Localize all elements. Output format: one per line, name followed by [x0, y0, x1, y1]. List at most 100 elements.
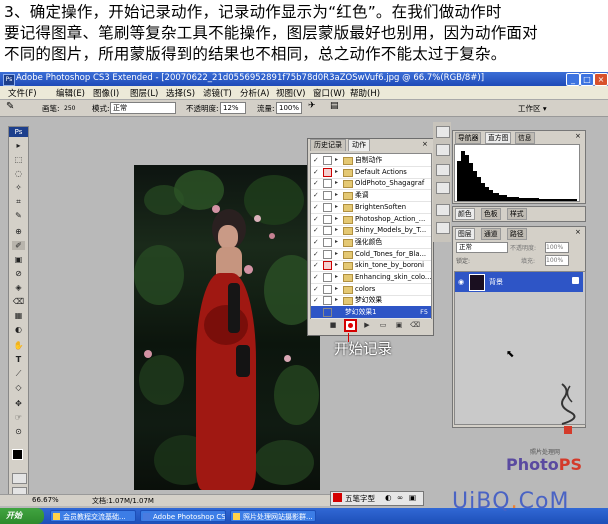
- new-set-icon[interactable]: ▭: [378, 320, 388, 330]
- workspace-menu[interactable]: 工作区 ▾: [518, 103, 547, 114]
- action-row[interactable]: 梦幻效果1 F5: [311, 306, 431, 320]
- history-panel-icon[interactable]: [436, 126, 450, 138]
- expand-triangle-icon[interactable]: ▸: [335, 259, 338, 271]
- ime-logo-icon[interactable]: [333, 493, 342, 502]
- ime-halfwidth-icon[interactable]: ◐: [385, 493, 392, 502]
- slice-tool-icon[interactable]: ✎: [12, 211, 25, 220]
- maximize-button[interactable]: □: [580, 73, 594, 86]
- magic-wand-tool-icon[interactable]: ✧: [12, 183, 25, 192]
- blend-mode-select[interactable]: 正常: [456, 242, 508, 253]
- dialog-toggle-icon[interactable]: [323, 308, 332, 318]
- action-toggle-icon[interactable]: ✓: [313, 236, 320, 248]
- ime-keyboard-icon[interactable]: ▣: [409, 493, 416, 502]
- dialog-toggle-icon[interactable]: [323, 249, 332, 259]
- tab-paths[interactable]: 路径: [507, 228, 527, 240]
- blur-tool-icon[interactable]: ▦: [12, 311, 25, 320]
- brushes-panel-icon[interactable]: [436, 164, 450, 176]
- menu-layer[interactable]: 图层(L): [130, 87, 158, 99]
- layer-row-background[interactable]: ◉ 背景: [455, 272, 583, 292]
- menu-edit[interactable]: 编辑(E): [56, 87, 85, 99]
- paragraph-panel-icon[interactable]: [436, 222, 450, 234]
- menu-image[interactable]: 图像(I): [93, 87, 119, 99]
- mode-select[interactable]: 正常: [110, 102, 176, 114]
- tab-channels[interactable]: 通道: [481, 228, 501, 240]
- minimize-button[interactable]: _: [566, 73, 580, 86]
- expand-triangle-icon[interactable]: ▸: [335, 189, 338, 201]
- action-toggle-icon[interactable]: ✓: [313, 213, 320, 225]
- history-brush-tool-icon[interactable]: ⊘: [12, 269, 25, 278]
- expand-triangle-icon[interactable]: ▸: [335, 294, 338, 306]
- eye-icon[interactable]: ◉: [458, 278, 466, 286]
- stop-icon[interactable]: ■: [328, 320, 338, 330]
- action-toggle-icon[interactable]: ✓: [313, 248, 320, 260]
- close-button[interactable]: ×: [594, 73, 608, 86]
- actions-panel-close-icon[interactable]: ×: [422, 140, 428, 148]
- foreground-color-swatch[interactable]: [12, 449, 23, 460]
- marquee-tool-icon[interactable]: ⬚: [12, 155, 25, 164]
- tab-layers[interactable]: 图层: [455, 228, 475, 240]
- zoom-tool-icon[interactable]: ⊙: [12, 427, 25, 436]
- record-button[interactable]: [344, 319, 357, 332]
- play-icon[interactable]: ▶: [362, 320, 372, 330]
- tab-color[interactable]: 颜色: [455, 208, 475, 220]
- layers-close-icon[interactable]: ×: [575, 228, 581, 236]
- zoom-level[interactable]: 66.67%: [32, 496, 59, 504]
- crop-tool-icon[interactable]: ⌗: [12, 197, 25, 206]
- tab-swatches[interactable]: 色板: [481, 208, 501, 220]
- dialog-toggle-icon[interactable]: [323, 167, 332, 177]
- tool-presets-icon[interactable]: [436, 182, 450, 194]
- dialog-toggle-icon[interactable]: [323, 156, 332, 165]
- action-toggle-icon[interactable]: ✓: [313, 177, 320, 189]
- lasso-tool-icon[interactable]: ◌: [12, 169, 25, 178]
- tab-history[interactable]: 历史记录: [310, 139, 346, 151]
- clone-stamp-tool-icon[interactable]: ▣: [12, 255, 25, 264]
- action-toggle-icon[interactable]: ✓: [313, 259, 320, 271]
- quick-mask-icon[interactable]: [12, 473, 27, 484]
- tab-actions[interactable]: 动作: [348, 139, 370, 151]
- menu-window[interactable]: 窗口(W): [313, 87, 345, 99]
- menu-file[interactable]: 文件(F): [8, 87, 37, 99]
- menu-select[interactable]: 选择(S): [166, 87, 195, 99]
- expand-triangle-icon[interactable]: ▸: [335, 283, 338, 295]
- expand-triangle-icon[interactable]: ▸: [335, 236, 338, 248]
- doc-size[interactable]: 文档:1.07M/1.07M: [92, 496, 154, 506]
- start-button[interactable]: 开始: [0, 508, 44, 524]
- dialog-toggle-icon[interactable]: [323, 179, 332, 189]
- airbrush-icon[interactable]: ✈: [308, 101, 316, 111]
- pen-tool-icon[interactable]: ✋: [12, 341, 25, 350]
- brush-size[interactable]: 250: [64, 105, 75, 112]
- move-tool-icon[interactable]: ▸: [12, 141, 25, 150]
- shape-tool-icon[interactable]: ◇: [12, 383, 25, 392]
- task-item-photoshop[interactable]: Adobe Photoshop CS...: [140, 510, 226, 522]
- task-item-photo-site[interactable]: 照片处理网站摄影群...: [230, 510, 316, 522]
- path-selection-tool-icon[interactable]: ⟋: [12, 369, 25, 378]
- eraser-tool-icon[interactable]: ◈: [12, 283, 25, 292]
- gradient-tool-icon[interactable]: ⌫: [12, 297, 25, 306]
- fill-field[interactable]: 100%: [545, 255, 569, 266]
- action-toggle-icon[interactable]: ✓: [313, 283, 320, 295]
- menu-filter[interactable]: 滤镜(T): [203, 87, 232, 99]
- tab-info[interactable]: 信息: [515, 132, 535, 144]
- expand-triangle-icon[interactable]: ▸: [335, 166, 338, 178]
- layer-opacity-field[interactable]: 100%: [545, 242, 569, 253]
- actions-panel-icon[interactable]: [436, 144, 450, 156]
- navigator-close-icon[interactable]: ×: [575, 132, 581, 140]
- expand-triangle-icon[interactable]: ▸: [335, 154, 338, 166]
- action-toggle-icon[interactable]: ✓: [313, 189, 320, 201]
- ime-label[interactable]: 五笔字型: [345, 493, 375, 504]
- action-toggle-icon[interactable]: ✓: [313, 154, 320, 166]
- new-action-icon[interactable]: ▣: [394, 320, 404, 330]
- dialog-toggle-icon[interactable]: [323, 226, 332, 236]
- dialog-toggle-icon[interactable]: [323, 273, 332, 282]
- brush-tool-icon[interactable]: ✎: [6, 101, 14, 112]
- dialog-toggle-icon[interactable]: [323, 202, 332, 212]
- action-toggle-icon[interactable]: ✓: [313, 271, 320, 283]
- character-panel-icon[interactable]: [436, 204, 450, 216]
- action-toggle-icon[interactable]: ✓: [313, 294, 320, 306]
- action-toggle-icon[interactable]: ✓: [313, 224, 320, 236]
- type-tool-icon[interactable]: T: [12, 355, 25, 364]
- dialog-toggle-icon[interactable]: [323, 296, 332, 306]
- tab-navigator[interactable]: 导航器: [455, 132, 482, 144]
- action-toggle-icon[interactable]: ✓: [313, 166, 320, 178]
- expand-triangle-icon[interactable]: ▸: [335, 224, 338, 236]
